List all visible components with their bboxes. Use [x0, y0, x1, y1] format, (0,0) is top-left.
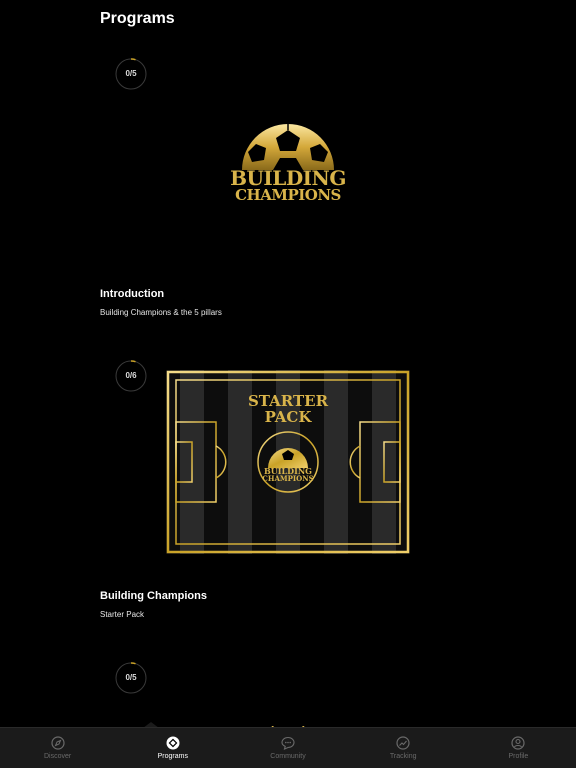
nav-community[interactable]: Community	[230, 728, 345, 768]
building-champions-logo: BUILDING CHAMPIONS	[228, 118, 348, 208]
progress-text: 0/5	[125, 673, 137, 682]
nav-label: Discover	[43, 753, 72, 760]
nav-label: Community	[270, 753, 306, 760]
programs-icon	[166, 736, 180, 750]
program-title: Building Champions	[100, 590, 207, 602]
user-icon	[511, 736, 526, 750]
chat-bubble-icon	[281, 736, 295, 750]
progress-ring: 0/5	[115, 58, 147, 90]
progress-text: 0/5	[125, 69, 137, 78]
progress-ring: 0/6	[115, 360, 147, 392]
program-title: Introduction	[100, 288, 165, 300]
program-card-building-champions[interactable]: 0/6 STARTER PACK BUILDING CHAMPIONS Buil…	[0, 340, 576, 630]
nav-discover[interactable]: Discover	[0, 728, 115, 768]
program-card-introduction[interactable]: 0/5 BUILDING CHAMPIONS Introduction Buil…	[0, 0, 576, 330]
starter-pack-image: STARTER PACK BUILDING CHAMPIONS	[166, 370, 410, 554]
progress-text: 0/6	[125, 371, 137, 380]
program-subtitle: Starter Pack	[100, 610, 145, 619]
compass-icon	[50, 736, 65, 750]
nav-tracking[interactable]: Tracking	[346, 728, 461, 768]
image-logo-line2: CHAMPIONS	[262, 474, 314, 483]
bottom-nav: Discover Programs Community Tracking Pro…	[0, 727, 576, 768]
nav-label: Programs	[157, 753, 188, 760]
progress-ring: 0/5	[115, 662, 147, 694]
trend-chart-icon	[396, 736, 410, 750]
logo-line2: CHAMPIONS	[235, 186, 341, 204]
nav-label: Tracking	[389, 753, 417, 760]
program-card-third[interactable]: 0/5	[0, 640, 576, 727]
nav-profile[interactable]: Profile	[461, 728, 576, 768]
nav-label: Profile	[508, 753, 529, 760]
image-heading-line2: PACK	[264, 408, 312, 426]
nav-programs[interactable]: Programs	[115, 728, 230, 768]
program-subtitle: Building Champions & the 5 pillars	[100, 308, 222, 317]
